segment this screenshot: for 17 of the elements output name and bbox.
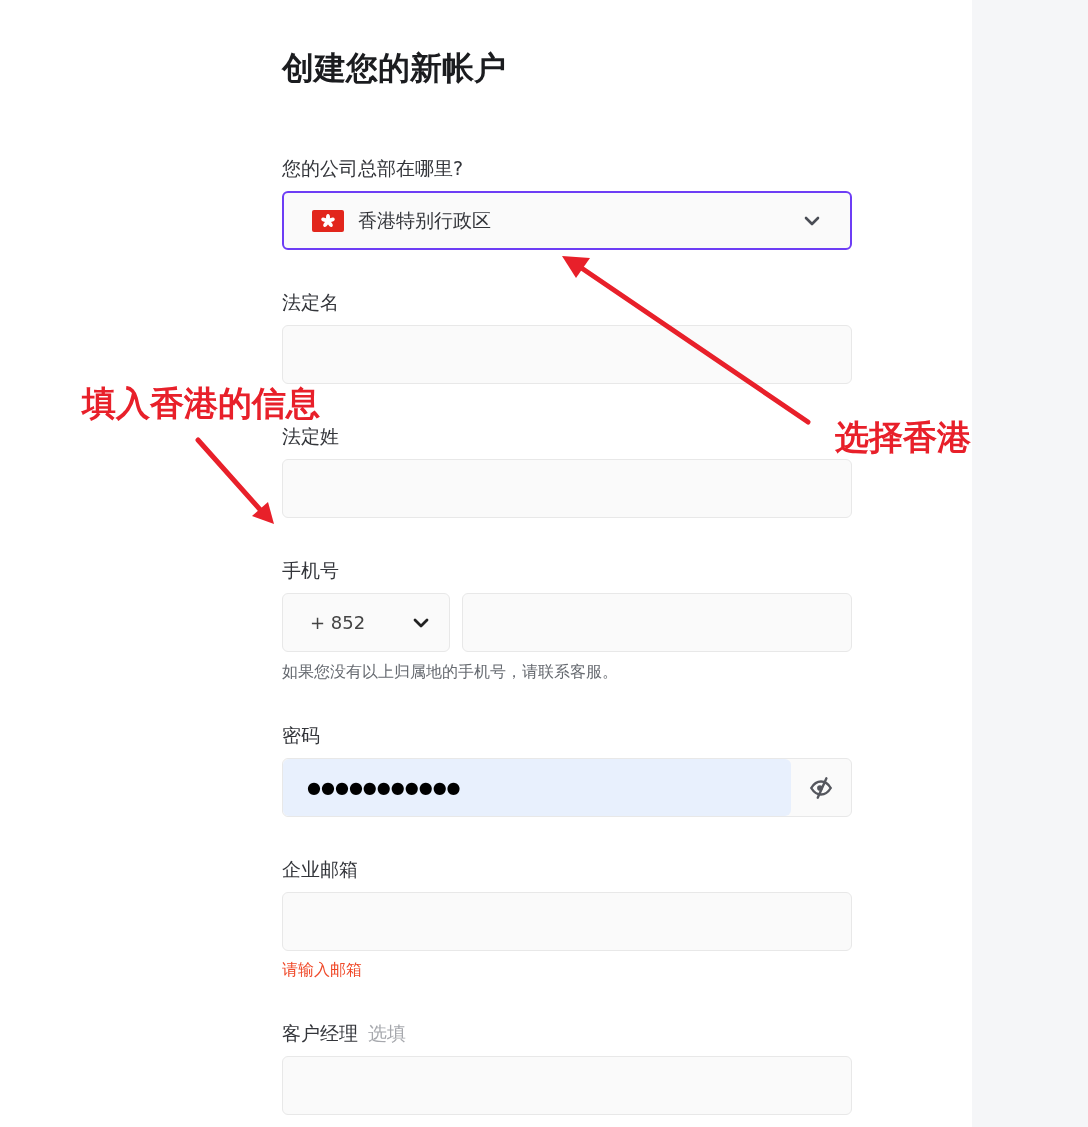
field-label: 密码 (282, 723, 320, 747)
text-input-field[interactable] (282, 325, 852, 384)
optional-hint: 选填 (368, 1021, 406, 1045)
country-select[interactable]: 香港特别行政区 (282, 191, 852, 250)
country-code-select[interactable]: + 852 (282, 593, 450, 652)
field-label: 手机号 (282, 558, 339, 582)
field-label: 法定名 (282, 290, 339, 314)
page-title: 创建您的新帐户 (282, 48, 507, 89)
field-label: 法定姓 (282, 424, 339, 448)
field-label: 企业邮箱 (282, 857, 358, 881)
help-text: 如果您没有以上归属地的手机号，请联系客服。 (282, 661, 619, 683)
annotation-text: 选择香港 (835, 417, 971, 457)
annotation-text: 填入香港的信息 (82, 383, 320, 423)
flag-icon (312, 209, 344, 232)
error-message: 请输入邮箱 (282, 959, 363, 981)
field-label: 客户经理 (282, 1021, 358, 1045)
field-label: 您的公司总部在哪里? (282, 156, 464, 180)
